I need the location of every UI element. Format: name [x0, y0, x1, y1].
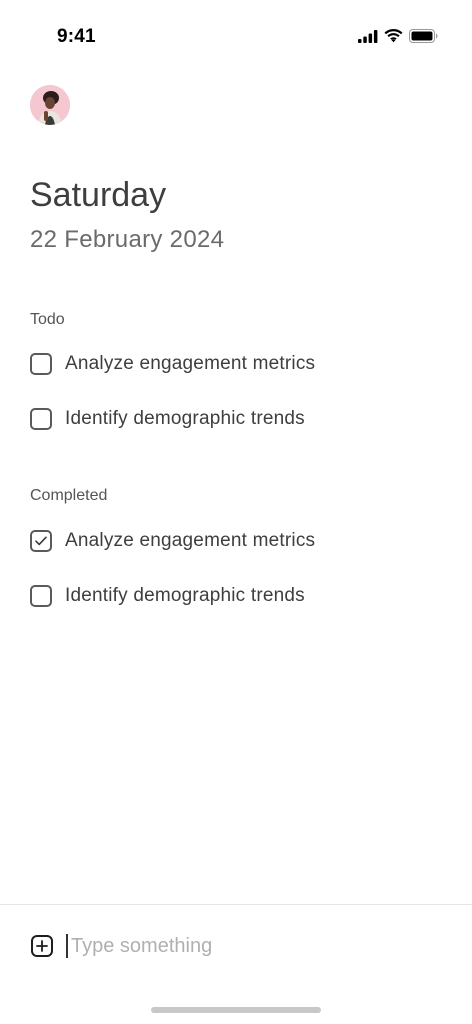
- composer-divider: [0, 904, 472, 905]
- checkbox-unchecked[interactable]: [30, 408, 52, 430]
- avatar-image: [30, 85, 70, 125]
- text-caret: [66, 934, 68, 958]
- status-icons: [358, 29, 438, 43]
- checkbox-checked[interactable]: [30, 530, 52, 552]
- todo-item[interactable]: Identify demographic trends: [30, 407, 305, 431]
- cellular-signal-icon: [358, 29, 378, 43]
- checkbox-unchecked[interactable]: [30, 585, 52, 607]
- wifi-icon: [384, 29, 403, 43]
- plus-icon: [36, 940, 48, 952]
- todo-item[interactable]: Analyze engagement metrics: [30, 352, 315, 376]
- task-label: Identify demographic trends: [65, 585, 305, 606]
- checkbox-unchecked[interactable]: [30, 353, 52, 375]
- task-label: Identify demographic trends: [65, 408, 305, 429]
- completed-item[interactable]: Analyze engagement metrics: [30, 529, 315, 553]
- composer: [66, 932, 436, 960]
- task-label: Analyze engagement metrics: [65, 530, 316, 551]
- status-bar: 9:41: [0, 0, 472, 76]
- completed-item[interactable]: Identify demographic trends: [30, 584, 305, 608]
- checkmark-icon: [35, 536, 47, 546]
- add-task-button[interactable]: [31, 935, 53, 957]
- todo-section-title: Todo: [30, 311, 65, 328]
- battery-icon: [409, 29, 438, 43]
- task-label: Analyze engagement metrics: [65, 353, 316, 374]
- completed-section-title: Completed: [30, 487, 108, 504]
- date-subtitle: 22 February 2024: [30, 226, 225, 253]
- day-title: Saturday: [30, 176, 167, 214]
- home-indicator[interactable]: [151, 1007, 321, 1013]
- screen: 9:41 Saturday 22 February 2024 Todo Anal…: [0, 0, 472, 1024]
- task-input[interactable]: [71, 934, 411, 958]
- avatar[interactable]: [30, 85, 70, 125]
- status-time: 9:41: [57, 26, 96, 47]
